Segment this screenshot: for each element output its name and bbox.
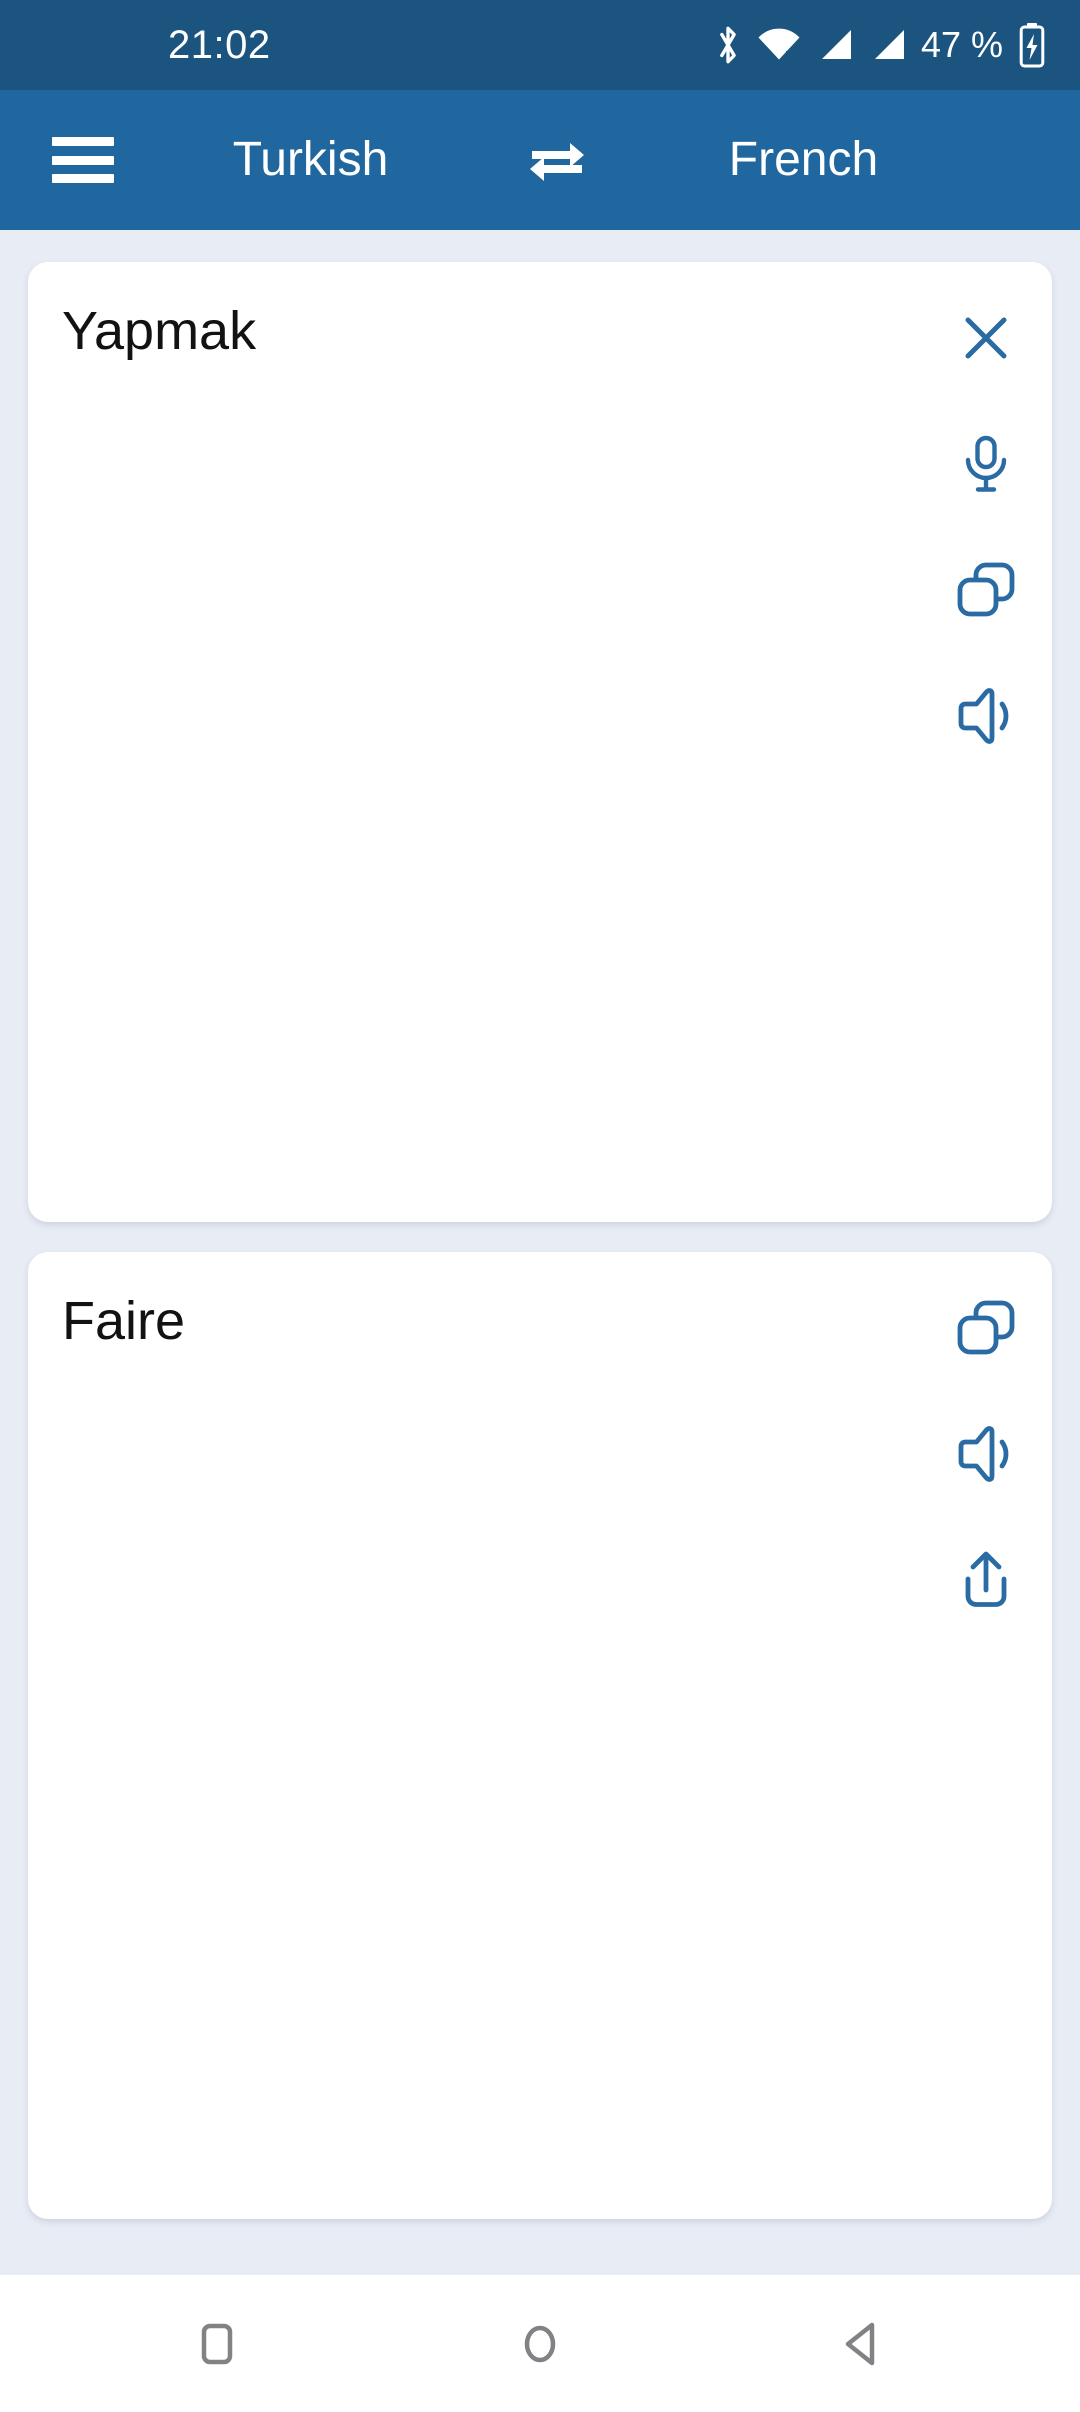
square-icon [201, 2323, 233, 2364]
target-card-actions [920, 1252, 1052, 2219]
source-text-area[interactable]: Yapmak [28, 262, 920, 1222]
target-text-card[interactable]: Faire [28, 1252, 1052, 2219]
phone-screen: 21:02 47 % Turkish French Yapmak Faire [0, 0, 1080, 2412]
recents-button[interactable] [163, 2290, 271, 2398]
swap-horizontal-icon [530, 143, 584, 181]
share-upload-icon [965, 1551, 1007, 1607]
battery-percent-label: 47 % [920, 24, 1003, 65]
swap-languages-button[interactable] [517, 125, 597, 195]
translation-content: Yapmak Faire [0, 230, 1080, 2275]
status-icons-group: 47 % [713, 0, 1046, 90]
status-clock: 21:02 [168, 23, 271, 67]
wifi-icon [756, 24, 802, 66]
circle-icon [524, 2325, 556, 2362]
share-button[interactable] [932, 1526, 1040, 1634]
battery-charging-icon [1018, 22, 1046, 68]
target-language-selector[interactable]: French [597, 136, 1040, 184]
copy-icon [957, 562, 1015, 617]
target-text-area: Faire [28, 1252, 920, 2219]
triangle-left-icon [845, 2322, 875, 2365]
status-bar: 21:02 47 % [0, 0, 1080, 90]
clear-button[interactable] [932, 284, 1040, 392]
speak-button[interactable] [932, 1400, 1040, 1508]
source-card-actions [920, 262, 1052, 1222]
microphone-icon [965, 435, 1007, 492]
system-navigation-bar [0, 2275, 1080, 2412]
bluetooth-icon [713, 24, 743, 66]
close-icon [965, 317, 1007, 359]
source-text: Yapmak [62, 301, 257, 361]
back-button[interactable] [809, 2290, 917, 2398]
source-text-card[interactable]: Yapmak [28, 262, 1052, 1222]
source-language-selector[interactable]: Turkish [104, 136, 517, 184]
voice-input-button[interactable] [932, 410, 1040, 518]
content-bottom-spacer [28, 2219, 1052, 2249]
speaker-icon [958, 688, 1009, 744]
target-text: Faire [62, 1291, 186, 1351]
speaker-icon [958, 1426, 1009, 1482]
speak-button[interactable] [932, 662, 1040, 770]
home-button[interactable] [486, 2290, 594, 2398]
app-bar: Turkish French [0, 90, 1080, 230]
copy-button[interactable] [932, 536, 1040, 644]
signal-sim2-icon [868, 24, 908, 66]
copy-icon [957, 1300, 1015, 1355]
signal-sim1-icon [815, 24, 855, 66]
copy-button[interactable] [932, 1274, 1040, 1382]
